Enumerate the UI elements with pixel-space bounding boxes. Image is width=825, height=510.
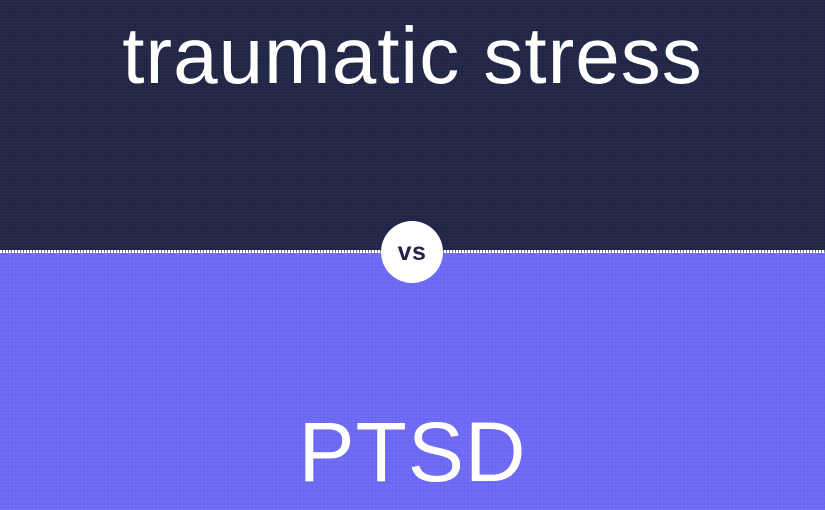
vs-label: vs: [397, 237, 427, 266]
top-term: traumatic stress: [122, 11, 703, 100]
vs-badge: vs: [381, 221, 443, 283]
bottom-term: PTSD: [298, 405, 527, 499]
top-panel: traumatic stress: [0, 0, 825, 252]
